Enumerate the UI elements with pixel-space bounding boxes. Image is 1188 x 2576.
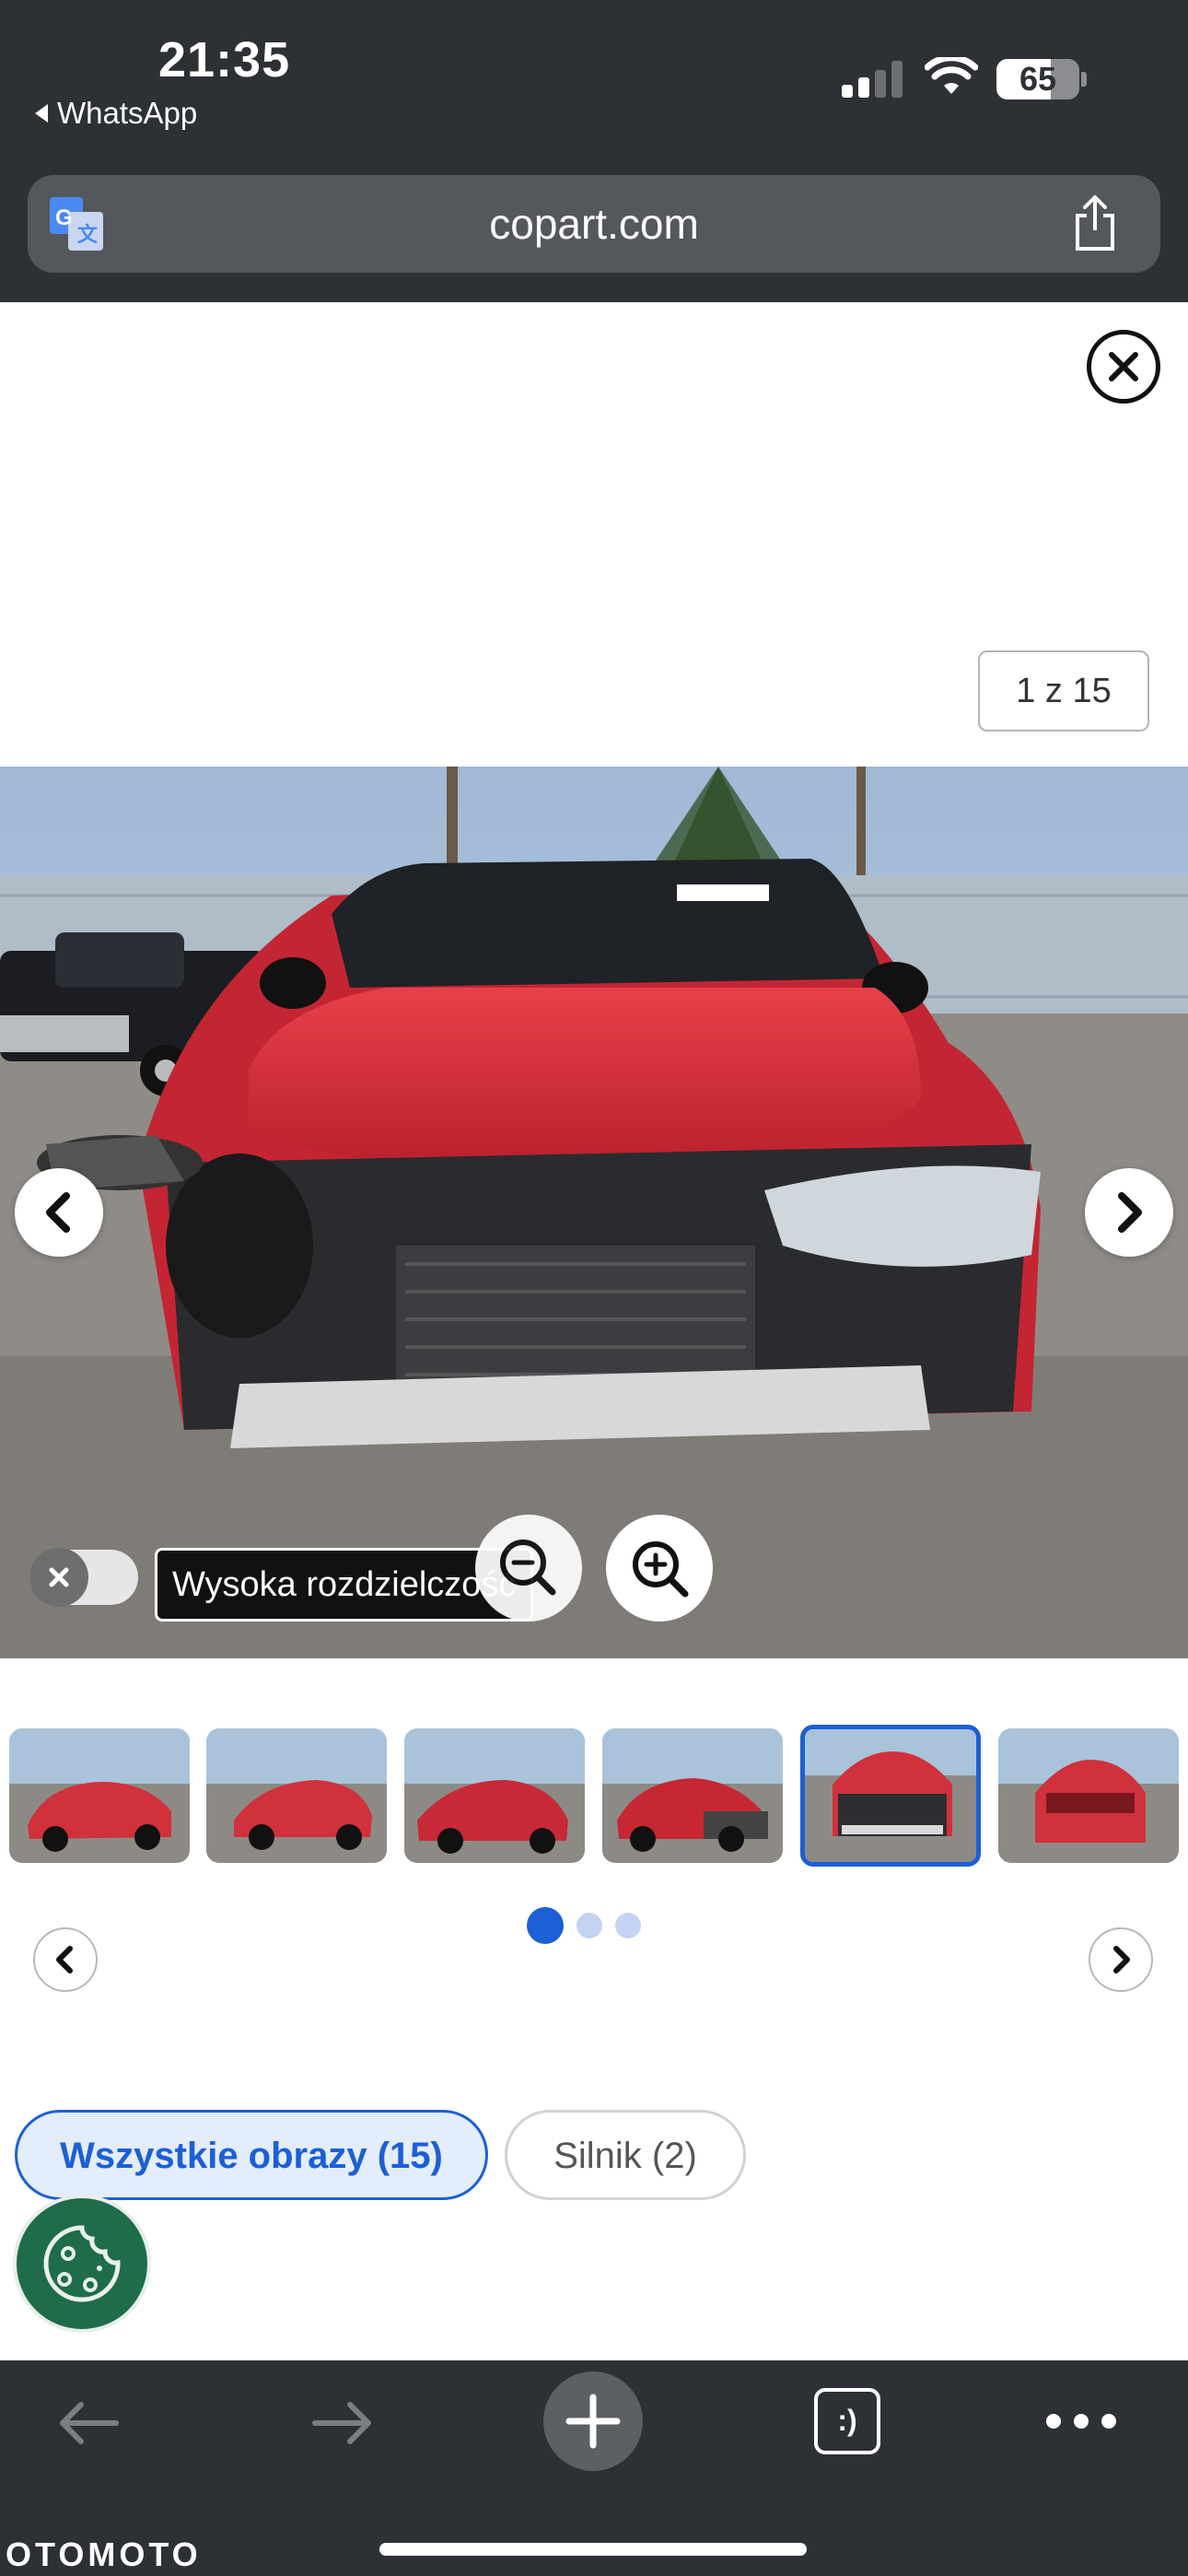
previous-image-button[interactable] [15,1168,103,1257]
wifi-icon [925,57,978,94]
battery-tip [1081,72,1087,87]
page-dot[interactable] [615,1913,641,1938]
thumbnail[interactable] [602,1728,783,1863]
battery-level: 65 [1019,60,1057,98]
thumbnail[interactable] [404,1728,585,1863]
home-indicator[interactable] [379,2543,807,2556]
address-bar[interactable]: G 文 copart.com [28,175,1160,273]
plus-icon [565,2394,621,2449]
page-dot-active[interactable] [527,1907,564,1944]
forward-arrow-icon[interactable] [306,2395,379,2451]
browser-top-chrome: 21:35 WhatsApp 65 G 文 copart.com [0,0,1188,302]
zoom-out-icon [500,1540,556,1596]
status-time: 21:35 [158,32,291,88]
new-tab-button[interactable] [543,2371,643,2471]
toggle-switch[interactable] [29,1548,138,1607]
watermark-text: OTOMOTO [6,2535,202,2573]
share-icon[interactable] [1068,193,1122,252]
back-to-app-link[interactable]: WhatsApp [35,96,197,131]
thumbnail[interactable] [206,1728,387,1863]
back-app-label: WhatsApp [57,96,198,130]
thumbnail[interactable] [9,1728,190,1863]
chevron-left-icon [46,1192,70,1233]
close-icon [1109,352,1138,381]
thumbnail[interactable] [998,1728,1179,1863]
chevron-right-icon [1118,1192,1142,1233]
close-viewer-button[interactable] [1087,330,1160,404]
cookie-icon [43,2225,121,2302]
thumbnails-next-button[interactable] [1089,1927,1153,1992]
thumbnail-active[interactable] [800,1725,981,1867]
engine-filter-button[interactable]: Silnik (2) [505,2110,746,2200]
image-counter: 1 z 15 [978,650,1149,732]
cellular-signal-icon [842,61,903,98]
zoom-out-button[interactable] [475,1515,582,1622]
page-dot[interactable] [577,1913,602,1938]
thumbnail-page-dots [527,1907,641,1944]
toggle-knob [29,1548,88,1607]
battery-icon: 65 [996,59,1079,100]
zoom-in-button[interactable] [606,1515,713,1622]
back-arrow-icon[interactable] [52,2395,125,2451]
close-icon [49,1567,69,1587]
more-menu-icon[interactable] [1042,2410,1120,2432]
zoom-in-icon [633,1541,689,1598]
thumbnail-strip [0,1721,1188,1867]
high-resolution-toggle[interactable] [29,1548,138,1607]
all-images-filter-button[interactable]: Wszystkie obrazy (15) [15,2110,488,2200]
thumbnails-prev-button[interactable] [33,1927,98,1992]
next-image-button[interactable] [1085,1168,1173,1257]
url-text: copart.com [489,200,699,248]
back-triangle-icon [35,104,48,123]
main-vehicle-photo[interactable] [0,767,1188,1658]
chevron-left-icon [56,1946,73,1973]
cookie-settings-button[interactable] [13,2195,151,2333]
damaged-car-photo [0,767,1188,1658]
chevron-right-icon [1113,1946,1130,1973]
tab-switcher-button[interactable]: :) [814,2388,880,2454]
